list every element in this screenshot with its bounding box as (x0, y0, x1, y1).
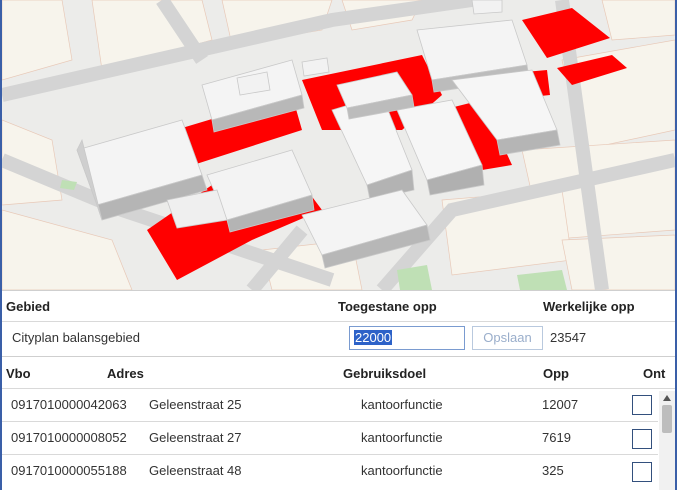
header-gebruiksdoel: Gebruiksdoel (343, 366, 427, 381)
vbo-opp: 325 (542, 463, 564, 478)
vbo-adres: Geleenstraat 25 (149, 397, 242, 412)
header-ont: Ont (643, 366, 666, 381)
divider (2, 356, 675, 357)
vbo-gebruiksdoel: kantoorfunctie (361, 463, 443, 478)
ont-checkbox[interactable] (632, 462, 652, 482)
scroll-up-icon[interactable] (663, 395, 671, 401)
divider (2, 388, 675, 389)
vbo-id: 0917010000008052 (11, 430, 127, 445)
werkelijke-opp-value: 23547 (550, 330, 587, 345)
header-werkelijke-opp: Werkelijke opp (543, 299, 635, 314)
info-panel: Gebied Toegestane opp Werkelijke opp Cit… (2, 290, 675, 490)
vbo-gebruiksdoel: kantoorfunctie (361, 430, 443, 445)
row-divider (2, 421, 658, 422)
header-toegestane-opp: Toegestane opp (338, 299, 437, 314)
row-divider (2, 454, 658, 455)
vbo-adres: Geleenstraat 48 (149, 463, 242, 478)
header-vbo: Vbo (6, 366, 31, 381)
map-3d-view[interactable] (2, 0, 675, 290)
toegestane-opp-input[interactable]: 22000 (349, 326, 465, 350)
gebied-name: Cityplan balansgebied (12, 330, 140, 345)
vbo-opp: 12007 (542, 397, 579, 412)
vbo-gebruiksdoel: kantoorfunctie (361, 397, 443, 412)
header-opp: Opp (543, 366, 569, 381)
scroll-thumb[interactable] (662, 405, 672, 433)
app-frame: Gebied Toegestane opp Werkelijke opp Cit… (0, 0, 677, 490)
header-gebied: Gebied (6, 299, 51, 314)
vbo-opp: 7619 (542, 430, 571, 445)
vbo-id: 0917010000042063 (11, 397, 127, 412)
toegestane-opp-value[interactable]: 22000 (354, 330, 393, 345)
ont-checkbox[interactable] (632, 395, 652, 415)
vbo-adres: Geleenstraat 27 (149, 430, 242, 445)
map-canvas[interactable] (2, 0, 675, 290)
divider (2, 321, 675, 322)
header-adres: Adres (107, 366, 144, 381)
ont-checkbox[interactable] (632, 429, 652, 449)
vbo-id: 0917010000055188 (11, 463, 127, 478)
table-scrollbar[interactable] (659, 391, 675, 490)
save-button[interactable]: Opslaan (472, 326, 543, 350)
